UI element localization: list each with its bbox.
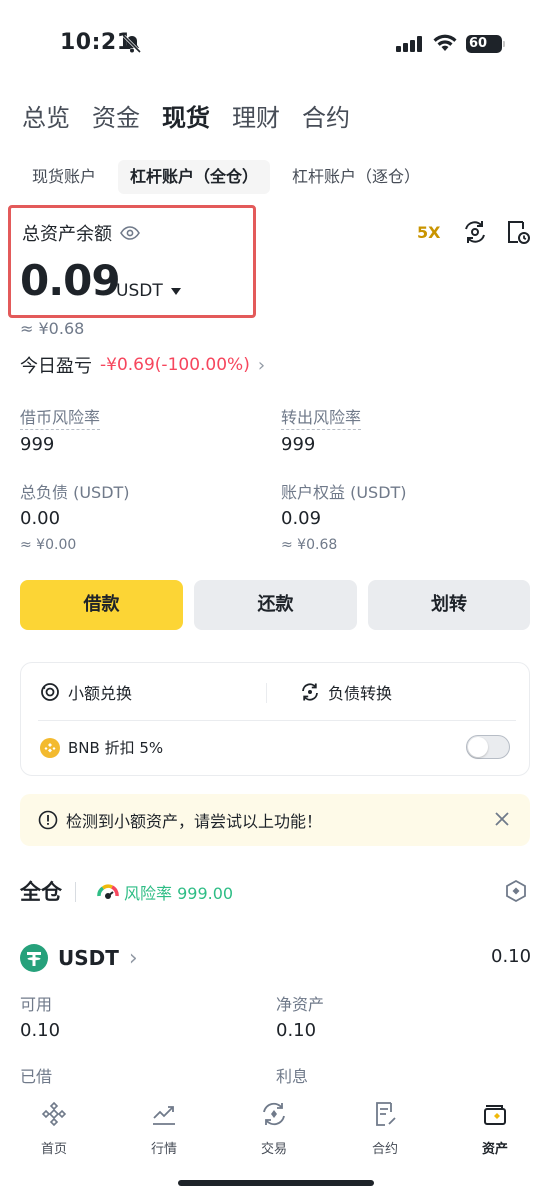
- interest-label: 利息: [276, 1067, 309, 1086]
- total-debt-label: 总负债 (USDT): [20, 483, 130, 502]
- tab-earn[interactable]: 理财: [232, 98, 280, 133]
- borrow-button[interactable]: 借款: [20, 580, 183, 630]
- gauge-icon: [97, 884, 119, 899]
- futures-icon: [376, 1102, 396, 1126]
- battery-indicator: 60: [466, 35, 502, 53]
- signal-icon: [396, 36, 422, 52]
- debt-convert-item[interactable]: 负债转换: [300, 680, 392, 704]
- nav-home[interactable]: 首页: [19, 1100, 89, 1157]
- nav-futures-label: 合约: [371, 1142, 398, 1157]
- nav-trade-label: 交易: [260, 1142, 287, 1157]
- toggle-knob: [468, 737, 488, 757]
- chevron-right-icon: ›: [257, 354, 266, 376]
- home-icon: [41, 1101, 67, 1127]
- notice-row: 检测到小额资产，请尝试以上功能！: [38, 808, 322, 832]
- tab-spot[interactable]: 现货: [162, 98, 210, 133]
- top-tabs: 总览 资金 现货 理财 合约: [22, 98, 350, 133]
- nav-markets[interactable]: 行情: [129, 1100, 199, 1157]
- nav-futures[interactable]: 合约: [350, 1100, 420, 1157]
- tab-overview[interactable]: 总览: [22, 98, 70, 133]
- risk-rate[interactable]: 风险率 999.00: [96, 880, 233, 904]
- small-convert-icon: [41, 683, 59, 701]
- usdt-asset-row[interactable]: USDT ›: [20, 944, 138, 972]
- small-convert-item[interactable]: 小额兑换: [40, 680, 132, 704]
- nav-trade[interactable]: 交易: [239, 1100, 309, 1157]
- bnb-discount-row: BNB 折扣 5%: [40, 737, 163, 758]
- balance-approx: ≈ ¥0.68: [20, 319, 85, 338]
- total-debt-approx: ≈ ¥0.00: [20, 537, 77, 553]
- equity-approx: ≈ ¥0.68: [281, 537, 338, 553]
- borrow-risk-label[interactable]: 借币风险率: [20, 408, 101, 430]
- risk-rate-label: 风险率 999.00: [124, 884, 234, 903]
- nav-assets[interactable]: 资产: [460, 1100, 530, 1157]
- debt-convert-icon: [302, 683, 318, 701]
- bnb-icon: [40, 737, 60, 758]
- tab-futures[interactable]: 合约: [302, 98, 350, 133]
- subtab-cross-margin[interactable]: 杠杆账户（全仓）: [118, 160, 271, 194]
- borrow-risk-block: 借币风险率: [20, 404, 101, 430]
- subtab-spot-account[interactable]: 现货账户: [20, 160, 108, 194]
- sub-tabs: 现货账户 杠杆账户（全仓） 杠杆账户（逐仓）: [20, 160, 442, 194]
- pnl-value: -¥0.69(-100.00%): [100, 355, 250, 375]
- available-label: 可用: [20, 995, 53, 1014]
- history-icon[interactable]: [505, 219, 531, 245]
- nav-assets-label: 资产: [481, 1142, 508, 1157]
- available-value: 0.10: [20, 1020, 61, 1041]
- card-divider: [266, 683, 267, 703]
- repay-button[interactable]: 还款: [194, 580, 357, 630]
- title-separator: [75, 882, 76, 902]
- nav-home-label: 首页: [40, 1142, 67, 1157]
- notice-text: 检测到小额资产，请尝试以上功能！: [66, 812, 323, 831]
- bnb-discount-label: BNB 折扣 5%: [68, 739, 164, 757]
- coin-amount: 0.10: [491, 946, 532, 967]
- nav-markets-label: 行情: [150, 1142, 177, 1157]
- transfer-button[interactable]: 划转: [368, 580, 530, 630]
- transfer-risk-label[interactable]: 转出风险率: [281, 408, 362, 430]
- pnl-row[interactable]: 今日盈亏 -¥0.69(-100.00%) ›: [20, 352, 265, 378]
- home-indicator: [178, 1180, 374, 1186]
- small-convert-label: 小额兑换: [68, 684, 133, 703]
- transfer-risk-block: 转出风险率: [281, 404, 362, 430]
- wifi-icon: [433, 34, 457, 51]
- trade-icon: [263, 1102, 285, 1126]
- pnl-label: 今日盈亏: [20, 356, 92, 377]
- leverage-badge[interactable]: 5X: [417, 223, 440, 242]
- close-icon[interactable]: [492, 809, 512, 829]
- transfer-risk-value: 999: [281, 434, 316, 455]
- highlight-box: [8, 205, 256, 318]
- equity-label: 账户权益 (USDT): [281, 483, 407, 502]
- borrowed-label: 已借: [20, 1067, 53, 1086]
- tab-funding[interactable]: 资金: [92, 98, 140, 133]
- equity-value: 0.09: [281, 508, 322, 529]
- usdt-icon: [20, 944, 48, 972]
- markets-icon: [153, 1106, 175, 1125]
- net-asset-value: 0.10: [276, 1020, 317, 1041]
- coin-name: USDT: [58, 946, 119, 970]
- subtab-isolated-margin[interactable]: 杠杆账户（逐仓）: [280, 160, 432, 194]
- battery-cap: [503, 41, 505, 47]
- card-divider-horizontal: [38, 720, 516, 721]
- borrow-risk-value: 999: [20, 434, 55, 455]
- bell-muted-icon: [122, 34, 142, 54]
- wallet-icon: [484, 1105, 506, 1125]
- total-debt-value: 0.00: [20, 508, 61, 529]
- debt-convert-label: 负债转换: [328, 684, 393, 703]
- convert-icon[interactable]: [462, 219, 488, 245]
- net-asset-label: 净资产: [276, 995, 325, 1014]
- settings-hex-icon[interactable]: [504, 879, 528, 903]
- cross-margin-title: 全仓: [20, 880, 62, 904]
- chevron-right-icon: ›: [128, 945, 138, 971]
- info-icon: [38, 810, 58, 830]
